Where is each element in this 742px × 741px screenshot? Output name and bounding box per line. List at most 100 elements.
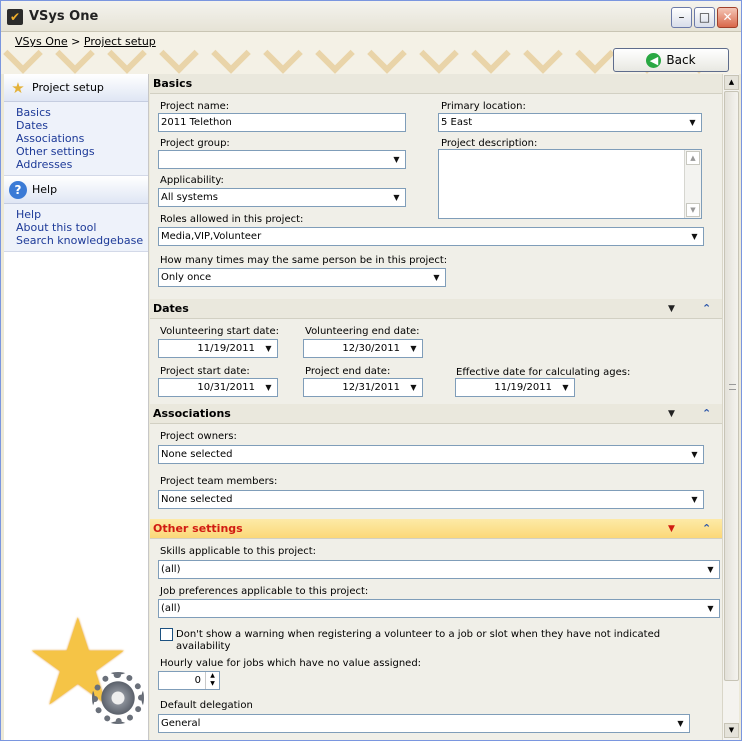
hourly-value-stepper[interactable]: 0 ▲ ▼ <box>158 671 220 690</box>
collapse-icon[interactable]: ⌃ <box>702 299 711 319</box>
chevron-down-icon[interactable]: ▼ <box>261 380 276 395</box>
times-label: How many times may the same person be in… <box>160 255 448 266</box>
chevron-down-icon[interactable]: ▼ <box>429 270 444 285</box>
scroll-down-icon[interactable]: ▼ <box>686 203 700 217</box>
section-toggle-icon[interactable]: ▼ <box>668 299 675 319</box>
sidebar-link-basics[interactable]: Basics <box>16 106 148 119</box>
owners-label: Project owners: <box>160 431 237 442</box>
chevron-down-icon[interactable]: ▼ <box>703 601 718 616</box>
back-arrow-icon: ◀ <box>646 53 662 68</box>
sidebar-link-associations[interactable]: Associations <box>16 132 148 145</box>
help-icon: ? <box>9 181 27 199</box>
star-icon: ★ <box>11 79 25 97</box>
warning-checkbox[interactable] <box>160 628 173 641</box>
times-value: Only once <box>161 272 212 283</box>
breadcrumb: VSys One > Project setup <box>15 35 156 48</box>
section-title-basics: Basics <box>153 77 193 90</box>
applicability-label: Applicability: <box>160 175 224 186</box>
job-prefs-select[interactable]: (all) ▼ <box>158 599 720 618</box>
close-button[interactable]: ✕ <box>717 7 738 28</box>
minimize-button[interactable]: – <box>671 7 692 28</box>
sidebar-help-title: Help <box>32 183 58 196</box>
roles-select[interactable]: Media,VIP,Volunteer ▼ <box>158 227 704 246</box>
maximize-button[interactable]: □ <box>694 7 715 28</box>
section-header-associations[interactable]: Associations ▼ ⌃ <box>150 404 722 424</box>
sidebar-link-about[interactable]: About this tool <box>16 221 148 234</box>
proj-end-date-picker[interactable]: 12/31/2011 ▼ <box>303 378 423 397</box>
chevron-down-icon[interactable]: ▼ <box>687 229 702 244</box>
proj-end-label: Project end date: <box>305 366 391 377</box>
main-scrollbar[interactable]: ▲ ▼ <box>722 74 739 740</box>
owners-value: None selected <box>161 449 233 460</box>
scroll-up-icon[interactable]: ▲ <box>686 151 700 165</box>
primary-location-select[interactable]: 5 East ▼ <box>438 113 702 132</box>
sidebar-link-other-settings[interactable]: Other settings <box>16 145 148 158</box>
skills-select[interactable]: (all) ▼ <box>158 560 720 579</box>
breadcrumb-current-link[interactable]: Project setup <box>84 35 156 48</box>
scrollbar-thumb[interactable] <box>724 91 739 681</box>
section-toggle-icon[interactable]: ▼ <box>668 519 675 539</box>
description-scrollbar[interactable]: ▲ ▼ <box>684 150 701 218</box>
section-title-associations: Associations <box>153 407 231 420</box>
delegation-select[interactable]: General ▼ <box>158 714 690 733</box>
owners-select[interactable]: None selected ▼ <box>158 445 704 464</box>
sidebar-link-search-kb[interactable]: Search knowledgebase <box>16 234 148 247</box>
sidebar-header-project-setup: ★ Project setup <box>4 74 148 102</box>
sidebar-link-help[interactable]: Help <box>16 208 148 221</box>
chevron-down-icon[interactable]: ▼ <box>687 447 702 462</box>
chevron-down-icon[interactable]: ▼ <box>673 716 688 731</box>
chevron-down-icon[interactable]: ▼ <box>406 341 421 356</box>
chevron-down-icon[interactable]: ▼ <box>406 380 421 395</box>
vol-end-date-picker[interactable]: 12/30/2011 ▼ <box>303 339 423 358</box>
section-header-other-settings[interactable]: Other settings ▼ ⌃ <box>150 519 722 539</box>
applicability-select[interactable]: All systems ▼ <box>158 188 406 207</box>
chevron-down-icon[interactable]: ▼ <box>685 115 700 130</box>
primary-location-value: 5 East <box>441 117 473 128</box>
chevron-down-icon[interactable]: ▼ <box>389 190 404 205</box>
title-bar: ✔ VSys One – □ ✕ <box>1 1 741 32</box>
sidebar-link-dates[interactable]: Dates <box>16 119 148 132</box>
chevron-down-icon[interactable]: ▼ <box>703 562 718 577</box>
members-select[interactable]: None selected ▼ <box>158 490 704 509</box>
section-header-basics: Basics <box>150 74 722 94</box>
section-title-other-settings: Other settings <box>153 522 243 535</box>
job-prefs-label: Job preferences applicable to this proje… <box>160 586 369 597</box>
proj-end-value: 12/31/2011 <box>342 382 400 393</box>
chevron-down-icon[interactable]: ▼ <box>261 341 276 356</box>
section-toggle-icon[interactable]: ▼ <box>668 404 675 424</box>
app-logo-icon: ✔ <box>7 9 23 25</box>
chevron-down-icon[interactable]: ▼ <box>389 152 404 167</box>
collapse-icon[interactable]: ⌃ <box>702 404 711 424</box>
back-button[interactable]: ◀ Back <box>613 48 729 72</box>
project-description-textarea[interactable]: ▲ ▼ <box>438 149 702 219</box>
vol-start-value: 11/19/2011 <box>197 343 255 354</box>
breadcrumb-home-link[interactable]: VSys One <box>15 35 68 48</box>
spinner-arrows-icon[interactable]: ▲ ▼ <box>205 672 219 689</box>
hourly-value: 0 <box>194 675 201 686</box>
effective-date-label: Effective date for calculating ages: <box>456 367 631 378</box>
roles-value: Media,VIP,Volunteer <box>161 231 262 242</box>
help-links: Help About this tool Search knowledgebas… <box>4 204 148 252</box>
back-button-label: Back <box>666 53 696 67</box>
vol-start-date-picker[interactable]: 11/19/2011 ▼ <box>158 339 278 358</box>
scroll-up-icon[interactable]: ▲ <box>724 75 739 90</box>
project-name-input[interactable]: 2011 Telethon <box>158 113 406 132</box>
effective-date-picker[interactable]: 11/19/2011 ▼ <box>455 378 575 397</box>
sidebar-link-addresses[interactable]: Addresses <box>16 158 148 171</box>
proj-start-value: 10/31/2011 <box>197 382 255 393</box>
project-name-label: Project name: <box>160 101 230 112</box>
vol-end-value: 12/30/2011 <box>342 343 400 354</box>
vol-start-label: Volunteering start date: <box>160 326 280 337</box>
window-title: VSys One <box>29 9 99 24</box>
chevron-down-icon[interactable]: ▼ <box>558 380 573 395</box>
applicability-value: All systems <box>161 192 218 203</box>
warning-checkbox-label: Don't show a warning when registering a … <box>176 629 661 652</box>
times-select[interactable]: Only once ▼ <box>158 268 446 287</box>
section-header-dates[interactable]: Dates ▼ ⌃ <box>150 299 722 319</box>
proj-start-date-picker[interactable]: 10/31/2011 ▼ <box>158 378 278 397</box>
skills-value: (all) <box>161 564 181 575</box>
scroll-down-icon[interactable]: ▼ <box>724 723 739 738</box>
chevron-down-icon[interactable]: ▼ <box>687 492 702 507</box>
project-group-select[interactable]: ▼ <box>158 150 406 169</box>
collapse-icon[interactable]: ⌃ <box>702 519 711 539</box>
